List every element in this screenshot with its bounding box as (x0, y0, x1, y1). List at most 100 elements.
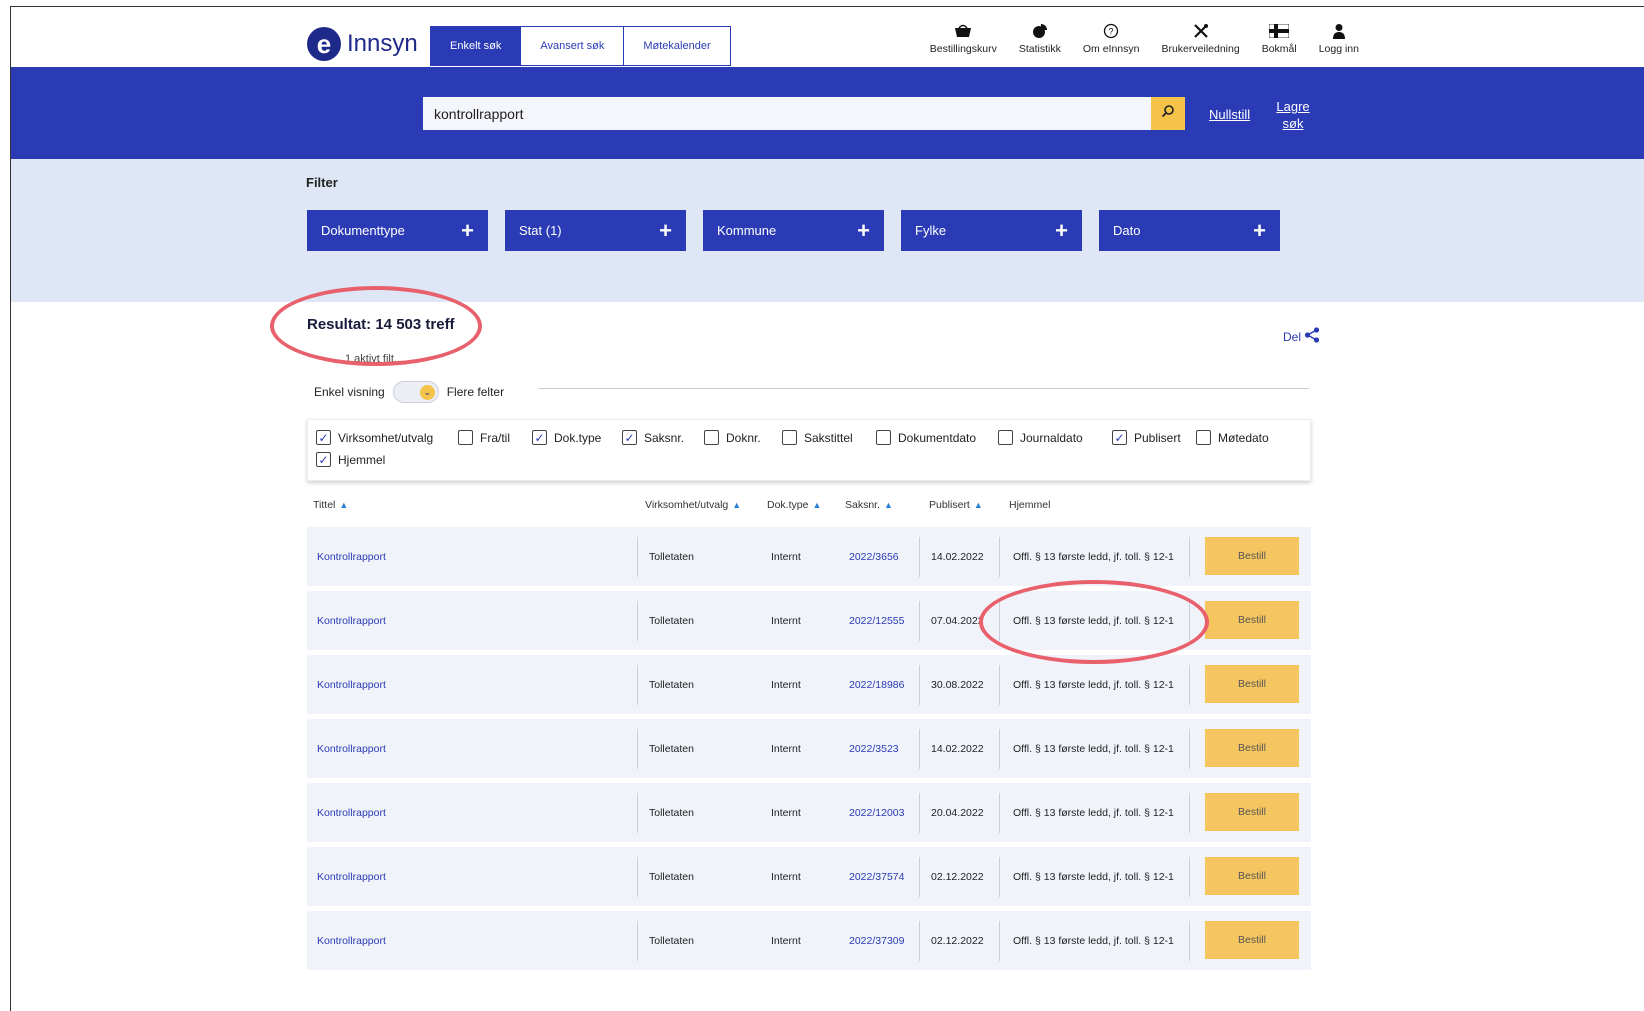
row-caseno-link[interactable]: 2022/18986 (849, 655, 904, 715)
filter-date[interactable]: Dato + (1099, 210, 1280, 251)
column-caseno[interactable]: Saksnr. ▲︎ (845, 499, 893, 511)
nav-guide[interactable]: Brukerveiledning (1161, 22, 1240, 55)
filter-municipality[interactable]: Kommune + (703, 210, 884, 251)
tab-meeting-calendar[interactable]: Møtekalender (623, 26, 731, 66)
order-button[interactable]: Bestill (1205, 921, 1299, 959)
row-caseno-link[interactable]: 2022/12555 (849, 591, 904, 651)
order-button[interactable]: Bestill (1205, 729, 1299, 767)
row-published: 14.02.2022 (931, 743, 984, 755)
row-title-link[interactable]: Kontrollrapport (317, 911, 386, 971)
order-button[interactable]: Bestill (1205, 601, 1299, 639)
checkbox-checked-icon: ✓ (1112, 430, 1127, 445)
row-caseno-link[interactable]: 2022/3656 (849, 527, 899, 587)
basket-icon (953, 22, 973, 40)
order-button[interactable]: Bestill (1205, 793, 1299, 831)
user-icon (1329, 22, 1349, 40)
row-doctype: Internt (771, 615, 801, 627)
field-checkbox[interactable]: Møtedato (1196, 430, 1269, 445)
table-row[interactable]: Kontrollrapport Tolletaten Internt 2022/352… (307, 719, 1311, 779)
row-doctype: Internt (771, 679, 801, 691)
row-title-link[interactable]: Kontrollrapport (317, 591, 386, 651)
nav-language[interactable]: Bokmål (1262, 22, 1297, 55)
row-caseno-link[interactable]: 2022/3523 (849, 719, 899, 779)
order-button[interactable]: Bestill (1205, 665, 1299, 703)
field-checkbox[interactable]: Journaldato (998, 430, 1083, 445)
column-doctype[interactable]: Dok.type ▲︎ (767, 499, 821, 511)
nav-statistics[interactable]: Statistikk (1019, 22, 1061, 55)
row-legal-basis: Offl. § 13 første ledd, jf. toll. § 12-1 (1013, 679, 1174, 691)
table-row[interactable]: Kontrollrapport Tolletaten Internt 2022/375… (307, 847, 1311, 907)
row-doctype: Internt (771, 935, 801, 947)
reset-link[interactable]: Nullstill (1209, 107, 1250, 122)
field-checkbox[interactable]: Doknr. (704, 430, 761, 445)
field-checkbox[interactable]: ✓ Publisert (1112, 430, 1181, 445)
row-published: 14.02.2022 (931, 551, 984, 563)
checkbox-empty-icon (458, 430, 473, 445)
order-button[interactable]: Bestill (1205, 537, 1299, 575)
column-label: Hjemmel (1009, 499, 1051, 511)
nav-about[interactable]: ? Om eInnsyn (1083, 22, 1139, 55)
column-published[interactable]: Publisert ▲︎ (929, 499, 983, 511)
column-label: Dok.type (767, 499, 809, 511)
cell-separator (1189, 537, 1190, 577)
share-label: Del (1283, 329, 1302, 344)
field-label: Sakstittel (804, 430, 853, 445)
checkbox-checked-icon: ✓ (532, 430, 547, 445)
row-doctype: Internt (771, 807, 801, 819)
row-title-link[interactable]: Kontrollrapport (317, 527, 386, 587)
column-label: Saksnr. (845, 499, 881, 511)
field-checkbox[interactable]: ✓ Virksomhet/utvalg (316, 430, 433, 445)
row-title-link[interactable]: Kontrollrapport (317, 719, 386, 779)
toggle-left-label: Enkel visning (314, 385, 385, 399)
field-checkbox[interactable]: ✓ Hjemmel (316, 452, 385, 467)
search-tabs: Enkelt søk Avansert søk Møtekalender (430, 26, 731, 66)
filter-label: Dato (1113, 223, 1141, 238)
pie-chart-icon (1030, 22, 1050, 40)
filter-county[interactable]: Fylke + (901, 210, 1082, 251)
field-checkbox[interactable]: ✓ Saksnr. (622, 430, 684, 445)
filter-state[interactable]: Stat (1) + (505, 210, 686, 251)
filter-document-type[interactable]: Dokumenttype + (307, 210, 488, 251)
column-org[interactable]: Virksomhet/utvalg ▲︎ (645, 499, 741, 511)
tab-simple-search[interactable]: Enkelt søk (430, 26, 522, 66)
nav-login[interactable]: Logg inn (1319, 22, 1359, 55)
table-row[interactable]: Kontrollrapport Tolletaten Internt 2022/373… (307, 911, 1311, 971)
row-caseno-link[interactable]: 2022/37309 (849, 911, 904, 971)
table-row[interactable]: Kontrollrapport Tolletaten Internt 2022/120… (307, 783, 1311, 843)
tab-advanced-search[interactable]: Avansert søk (520, 26, 625, 66)
nav-language-label: Bokmål (1261, 43, 1297, 55)
order-button[interactable]: Bestill (1205, 857, 1299, 895)
view-toggle[interactable]: ⌄ (392, 381, 439, 403)
column-title[interactable]: Tittel ▲︎ (313, 499, 348, 511)
field-label: Doknr. (726, 430, 761, 445)
cell-separator (919, 857, 920, 897)
table-row[interactable]: Kontrollrapport Tolletaten Internt 2022/365… (307, 527, 1311, 587)
row-caseno-link[interactable]: 2022/37574 (849, 847, 904, 907)
field-label: Virksomhet/utvalg (338, 430, 434, 445)
row-title-link[interactable]: Kontrollrapport (317, 655, 386, 715)
search-button[interactable] (1151, 97, 1185, 130)
cell-separator (637, 857, 638, 897)
field-checkbox[interactable]: Sakstittel (782, 430, 853, 445)
field-checkbox[interactable]: Fra/til (458, 430, 510, 445)
nav-login-label: Logg inn (1318, 43, 1359, 55)
row-title-link[interactable]: Kontrollrapport (317, 847, 386, 907)
filter-title: Filter (306, 175, 338, 190)
row-org: Tolletaten (649, 551, 694, 563)
field-checkbox[interactable]: Dokumentdato (876, 430, 976, 445)
cell-separator (999, 729, 1000, 769)
nav-guide-label: Brukerveiledning (1161, 43, 1240, 55)
share-button[interactable]: Del (1283, 327, 1320, 346)
table-row[interactable]: Kontrollrapport Tolletaten Internt 2022/189… (307, 655, 1311, 715)
row-title-link[interactable]: Kontrollrapport (317, 783, 386, 843)
column-label: Publisert (929, 499, 970, 511)
logo[interactable]: e Innsyn (307, 27, 418, 61)
row-legal-basis: Offl. § 13 første ledd, jf. toll. § 12-1 (1013, 871, 1174, 883)
save-search-link[interactable]: Lagre søk (1273, 98, 1313, 132)
nav-basket[interactable]: Bestillingskurv (930, 22, 997, 55)
search-input[interactable] (423, 97, 1153, 130)
field-label: Saksnr. (644, 430, 685, 445)
row-caseno-link[interactable]: 2022/12003 (849, 783, 904, 843)
field-checkbox[interactable]: ✓ Dok.type (532, 430, 601, 445)
app-frame: e Innsyn Enkelt søk Avansert søk Møtekal… (10, 6, 1644, 1011)
